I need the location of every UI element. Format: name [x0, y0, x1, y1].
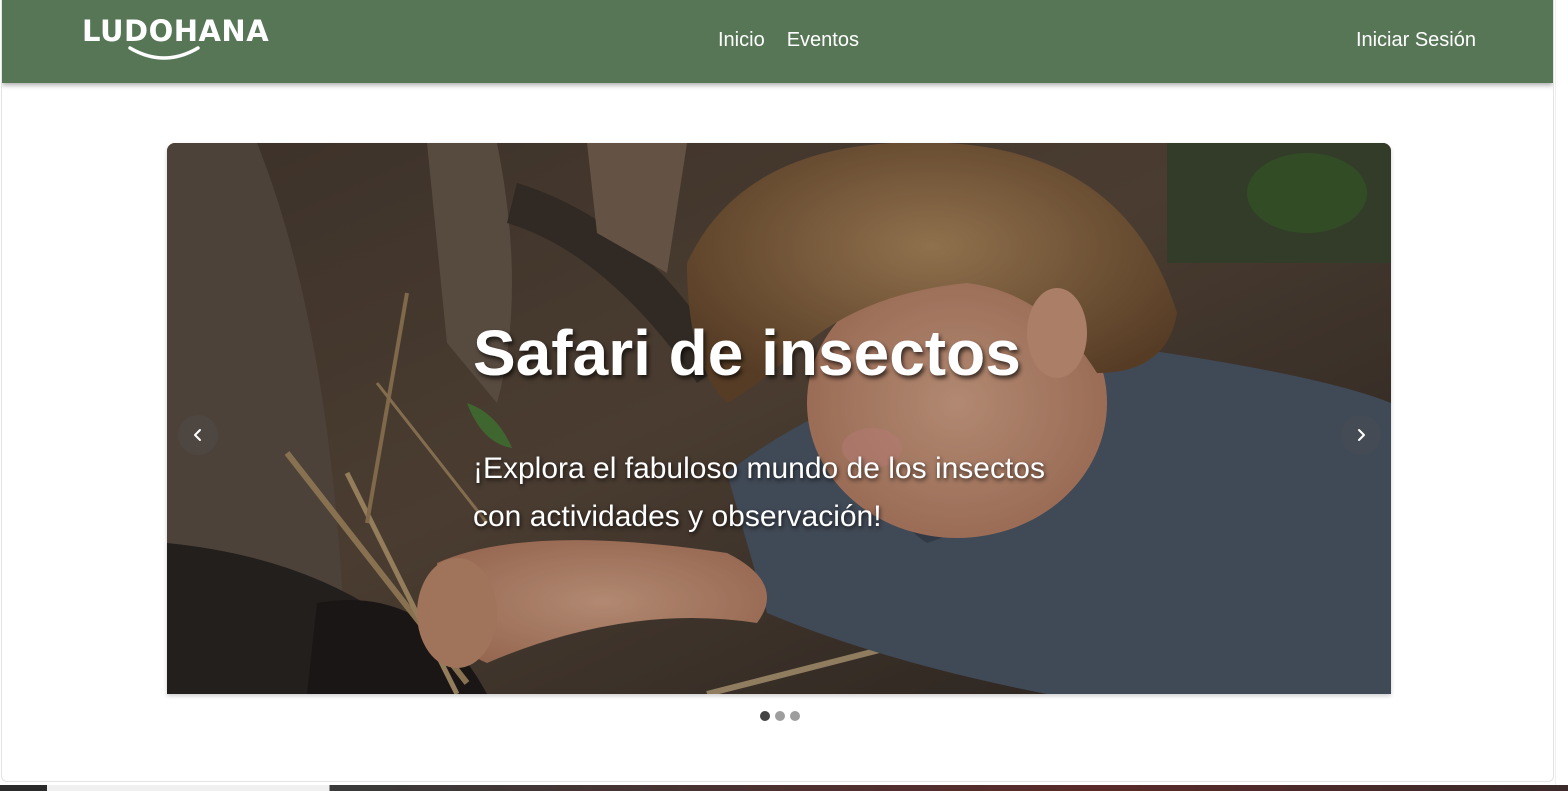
login-link[interactable]: Iniciar Sesión — [1356, 26, 1476, 54]
slide-description: ¡Explora el fabuloso mundo de los insect… — [473, 452, 1045, 533]
nav-link-eventos[interactable]: Eventos — [785, 26, 861, 54]
hero-carousel: Safari de insectos ¡Explora el fabuloso … — [167, 143, 1391, 694]
carousel-prev-button[interactable] — [178, 415, 218, 455]
chevron-right-icon — [1358, 429, 1365, 441]
chevron-left-icon — [194, 429, 201, 441]
carousel-next-button[interactable] — [1341, 415, 1381, 455]
top-navbar: LUDOHANA Inicio Eventos Iniciar Sesión — [2, 0, 1553, 83]
brand-logo[interactable]: LUDOHANA — [82, 14, 269, 62]
slide-overlay — [167, 143, 1391, 694]
carousel-dot-1[interactable] — [760, 711, 770, 721]
slide-title: Safari de insectos — [473, 317, 1021, 389]
logo-smile-icon — [128, 46, 200, 60]
os-taskbar-strip — [0, 785, 1568, 791]
carousel-indicators — [760, 711, 800, 721]
main-nav: Inicio Eventos — [716, 26, 879, 54]
carousel-dot-3[interactable] — [790, 711, 800, 721]
nav-link-inicio[interactable]: Inicio — [716, 26, 767, 54]
page-frame: LUDOHANA Inicio Eventos Iniciar Sesión S… — [1, 0, 1554, 782]
carousel-dot-2[interactable] — [775, 711, 785, 721]
window-edge — [1555, 0, 1568, 785]
